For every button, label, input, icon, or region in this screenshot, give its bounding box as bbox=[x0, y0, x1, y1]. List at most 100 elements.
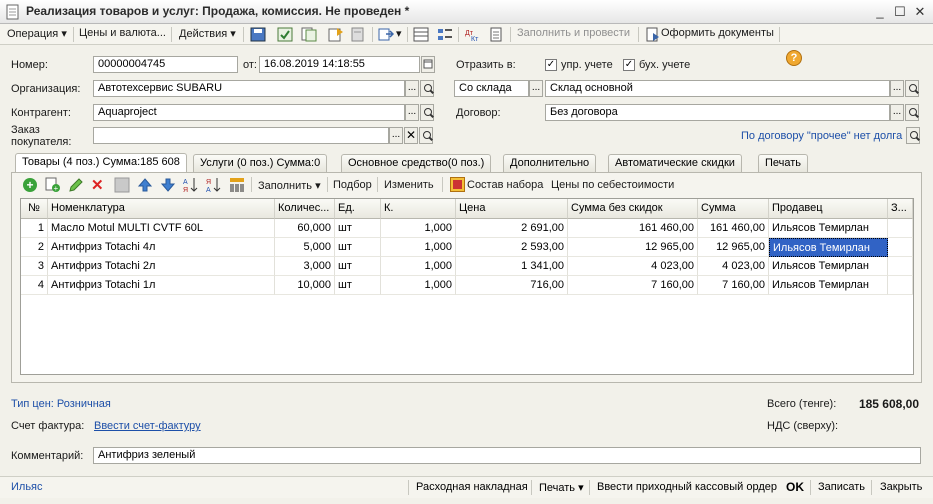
price-type-link[interactable]: Тип цен: Розничная bbox=[11, 398, 111, 410]
table-cell[interactable]: 1 bbox=[21, 219, 48, 238]
prices-currency-button[interactable]: Цены и валюта... bbox=[79, 27, 166, 39]
debt-search-icon[interactable] bbox=[906, 127, 920, 144]
table-cell[interactable] bbox=[888, 238, 913, 257]
column-header[interactable]: З... bbox=[888, 199, 913, 219]
go-to-dropdown[interactable]: ▾ bbox=[396, 27, 402, 40]
add-row-icon[interactable]: + bbox=[23, 178, 37, 192]
report-icon[interactable] bbox=[488, 27, 504, 42]
column-header[interactable]: № bbox=[21, 199, 48, 219]
table-cell[interactable]: 1,000 bbox=[381, 276, 456, 295]
tab-goods[interactable]: Товары (4 поз.) Сумма:185 608 bbox=[15, 153, 187, 173]
column-header[interactable]: Ед. bbox=[335, 199, 381, 219]
warehouse-select-button[interactable]: ... bbox=[890, 80, 904, 97]
organization-select-button[interactable]: ... bbox=[405, 80, 419, 97]
table-cell[interactable] bbox=[888, 257, 913, 276]
delete-row-icon[interactable]: ✕ bbox=[91, 176, 104, 194]
close-icon[interactable]: ✕ bbox=[912, 4, 928, 20]
column-header[interactable]: К. bbox=[381, 199, 456, 219]
enter-invoice-link[interactable]: Ввести счет-фактуру bbox=[94, 420, 201, 432]
barcode-icon[interactable] bbox=[229, 177, 245, 193]
move-down-icon[interactable] bbox=[160, 177, 176, 193]
waybill-button[interactable]: Расходная накладная bbox=[416, 481, 528, 493]
table-cell[interactable]: 12 965,00 bbox=[698, 238, 769, 257]
change-button[interactable]: Изменить bbox=[384, 179, 434, 191]
fill-menu[interactable]: Заполнить ▾ bbox=[258, 179, 321, 192]
contract-field[interactable]: Без договора bbox=[545, 104, 890, 121]
print-menu[interactable]: Печать ▾ bbox=[539, 481, 584, 494]
table-cell[interactable]: 2 691,00 bbox=[456, 219, 568, 238]
table-cell[interactable]: 1,000 bbox=[381, 257, 456, 276]
table-cell[interactable]: 716,00 bbox=[456, 276, 568, 295]
customer-order-field[interactable] bbox=[93, 127, 389, 144]
table-cell[interactable]: 7 160,00 bbox=[568, 276, 698, 295]
mgmt-accounting-checkbox[interactable]: ✓ bbox=[545, 59, 557, 71]
contractor-field[interactable]: Aquaproject bbox=[93, 104, 405, 121]
contract-select-button[interactable]: ... bbox=[890, 104, 904, 121]
selected-table-cell[interactable]: Ильясов Темирлан bbox=[769, 238, 888, 257]
selection-button[interactable]: Подбор bbox=[333, 179, 372, 191]
table-cell[interactable]: 4 023,00 bbox=[698, 257, 769, 276]
tax-accounting-checkbox[interactable]: ✓ bbox=[623, 59, 635, 71]
table-cell[interactable]: Антифриз Totachi 4л bbox=[48, 238, 275, 257]
column-header[interactable]: Сумма без скидок bbox=[568, 199, 698, 219]
fill-and-post-button[interactable]: Заполнить и провести bbox=[517, 27, 630, 39]
table-cell[interactable]: 161 460,00 bbox=[568, 219, 698, 238]
column-header[interactable]: Номенклатура bbox=[48, 199, 275, 219]
table-cell[interactable]: шт bbox=[335, 276, 381, 295]
tab-additional[interactable]: Дополнительно bbox=[503, 154, 597, 172]
structure-icon[interactable] bbox=[437, 27, 453, 42]
no-debt-link[interactable]: По договору "прочее" нет долга bbox=[741, 130, 902, 142]
table-cell[interactable]: шт bbox=[335, 257, 381, 276]
post-icon[interactable] bbox=[277, 27, 293, 42]
tab-auto-discounts[interactable]: Автоматические скидки bbox=[608, 154, 742, 172]
column-header[interactable]: Цена bbox=[456, 199, 568, 219]
operation-menu[interactable]: Операция ▾ bbox=[7, 27, 67, 40]
column-header[interactable]: Сумма bbox=[698, 199, 769, 219]
tab-services[interactable]: Услуги (0 поз.) Сумма:0 bbox=[193, 154, 328, 172]
table-cell[interactable] bbox=[888, 219, 913, 238]
table-cell[interactable]: 161 460,00 bbox=[698, 219, 769, 238]
tab-print[interactable]: Печать bbox=[758, 154, 809, 172]
sort-asc-icon[interactable]: АЯ bbox=[183, 176, 199, 193]
journal-icon[interactable] bbox=[413, 27, 429, 42]
order-select-button[interactable]: ... bbox=[389, 127, 403, 144]
order-search-icon[interactable] bbox=[419, 127, 433, 144]
table-cell[interactable]: 1,000 bbox=[381, 238, 456, 257]
table-cell[interactable]: шт bbox=[335, 238, 381, 257]
comment-field[interactable]: Антифриз зеленый bbox=[93, 447, 921, 464]
kit-button[interactable]: Состав набора bbox=[467, 179, 543, 191]
end-edit-icon[interactable] bbox=[114, 177, 130, 193]
table-cell[interactable]: Ильясов Темирлан bbox=[769, 257, 888, 276]
move-up-icon[interactable] bbox=[137, 177, 153, 193]
table-cell[interactable]: 3 bbox=[21, 257, 48, 276]
table-cell[interactable]: Масло Motul MULTI CVTF 60L bbox=[48, 219, 275, 238]
contractor-select-button[interactable]: ... bbox=[405, 104, 419, 121]
organization-search-icon[interactable] bbox=[420, 80, 434, 97]
table-cell[interactable]: 4 bbox=[21, 276, 48, 295]
copy-doc-icon[interactable] bbox=[301, 27, 317, 42]
organization-field[interactable]: Автотехсервис SUBARU bbox=[93, 80, 405, 97]
table-cell[interactable]: 5,000 bbox=[275, 238, 335, 257]
warehouse-field[interactable]: Склад основной bbox=[545, 80, 890, 97]
date-field[interactable]: 16.08.2019 14:18:55 bbox=[259, 56, 420, 73]
minimize-icon[interactable]: _ bbox=[872, 4, 888, 20]
maximize-icon[interactable]: ☐ bbox=[892, 4, 908, 20]
table-cell[interactable]: 7 160,00 bbox=[698, 276, 769, 295]
table-cell[interactable] bbox=[888, 276, 913, 295]
sort-desc-icon[interactable]: ЯА bbox=[206, 176, 222, 193]
table-cell[interactable]: Антифриз Totachi 2л bbox=[48, 257, 275, 276]
table-cell[interactable]: Антифриз Totachi 1л bbox=[48, 276, 275, 295]
dt-kt-icon[interactable]: ДтКт bbox=[464, 27, 480, 42]
number-field[interactable]: 00000004745 bbox=[93, 56, 238, 73]
actions-menu[interactable]: Действия ▾ bbox=[179, 27, 236, 40]
help-icon[interactable]: ? bbox=[786, 50, 802, 66]
calendar-icon[interactable] bbox=[421, 56, 435, 73]
table-cell[interactable]: 1,000 bbox=[381, 219, 456, 238]
save-icon[interactable] bbox=[250, 27, 266, 42]
contractor-search-icon[interactable] bbox=[420, 104, 434, 121]
table-cell[interactable]: 1 341,00 bbox=[456, 257, 568, 276]
cash-order-button[interactable]: Ввести приходный кассовый ордер bbox=[597, 481, 777, 493]
based-on-icon[interactable] bbox=[328, 27, 344, 42]
warehouse-search-icon[interactable] bbox=[905, 80, 919, 97]
table-cell[interactable]: 3,000 bbox=[275, 257, 335, 276]
